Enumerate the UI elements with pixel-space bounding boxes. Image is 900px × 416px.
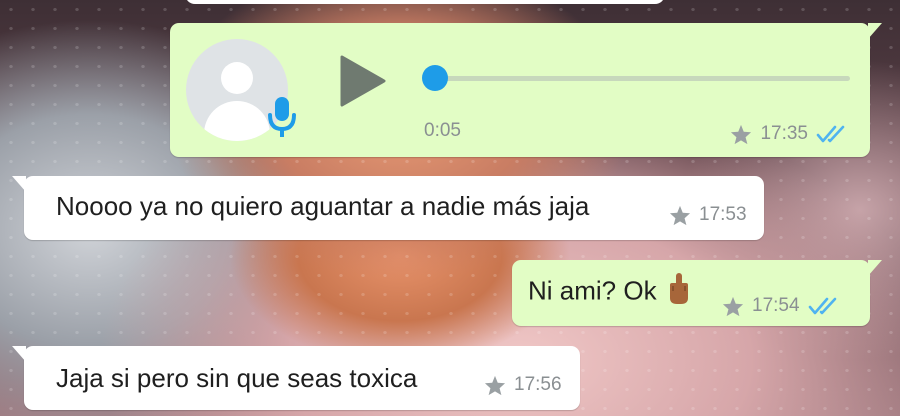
message-time: 17:35	[760, 123, 808, 144]
message-meta: 17:35	[730, 123, 848, 145]
bubble-tail	[868, 23, 882, 39]
message-meta: 17:54	[722, 295, 840, 317]
avatar-head	[221, 62, 253, 94]
voice-progress-track[interactable]	[424, 76, 850, 81]
outgoing-message-bubble[interactable]: Ni ami? Ok 17:54	[512, 260, 882, 326]
message-content: Ni ami? Ok	[528, 272, 691, 313]
double-check-icon	[816, 124, 848, 144]
middle-finger-emoji	[667, 272, 691, 313]
play-icon[interactable]	[338, 55, 386, 107]
avatar-shoulders	[204, 101, 270, 141]
star-icon	[484, 375, 506, 396]
star-icon	[669, 205, 691, 226]
message-time: 17:54	[752, 295, 800, 316]
incoming-message-bubble[interactable]: Noooo ya no quiero aguantar a nadie más …	[12, 176, 764, 240]
message-text: Jaja si pero sin que seas toxica	[56, 363, 418, 393]
message-time: 17:56	[514, 374, 562, 395]
message-meta: 17:53	[669, 204, 747, 226]
message-text: Ni ami? Ok	[528, 275, 657, 306]
previous-message-bubble-edge	[185, 0, 665, 4]
bubble-tail	[12, 346, 26, 362]
double-check-icon	[808, 296, 840, 316]
voice-message-bubble[interactable]: 0:05 17:35	[170, 23, 882, 157]
star-icon	[730, 124, 752, 145]
message-text: Noooo ya no quiero aguantar a nadie más …	[56, 191, 590, 221]
message-meta: 17:56	[484, 374, 562, 396]
star-icon	[722, 296, 744, 317]
incoming-message-bubble[interactable]: Jaja si pero sin que seas toxica 17:56	[12, 346, 580, 410]
voice-progress-thumb[interactable]	[422, 65, 448, 91]
voice-duration: 0:05	[424, 120, 461, 141]
bubble-tail	[868, 260, 882, 276]
message-time: 17:53	[699, 204, 747, 225]
microphone-icon	[268, 95, 296, 146]
bubble-tail	[12, 176, 26, 192]
